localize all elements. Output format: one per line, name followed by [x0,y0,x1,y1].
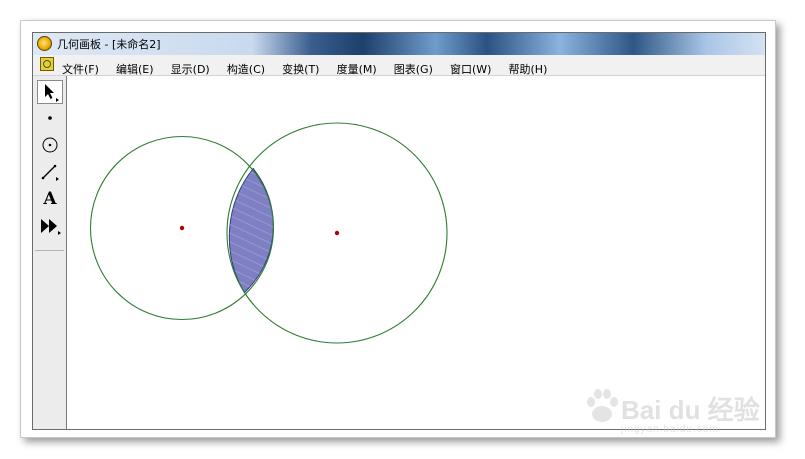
menu-construct[interactable]: 构造(C) [227,61,265,77]
app-logo-icon [37,36,52,51]
right-center-point [334,230,340,236]
menu-window[interactable]: 窗口(W) [450,61,491,77]
menu-bar: 文件(F) 编辑(E) 显示(D) 构造(C) 变换(T) 度量(M) 图表(G… [33,55,765,76]
point-icon [48,116,52,120]
window-content: 几何画板 - [未命名2] 文件(F) 编辑(E) 显示(D) 构造(C) 变换… [32,32,766,430]
arrow-icon [45,84,59,102]
point-tool[interactable] [37,106,63,130]
menu-display[interactable]: 显示(D) [171,61,210,77]
text-tool[interactable]: A [37,187,63,211]
custom-tool-icon [41,219,61,235]
watermark-brand: Bai du 经验 [621,395,760,425]
menu-edit[interactable]: 编辑(E) [116,61,154,77]
menu-transform[interactable]: 变换(T) [282,61,319,77]
document-menu-icon[interactable] [40,57,54,71]
toolbox: A [33,76,67,429]
intersection-hatch [229,168,274,293]
left-center-point [179,225,185,231]
menu-measure[interactable]: 度量(M) [337,61,377,77]
segment-icon [41,164,59,181]
sketch-drawing [89,122,448,344]
toolbox-divider [35,250,64,251]
text-icon: A [43,189,57,209]
menu-graph[interactable]: 图表(G) [394,61,433,77]
circle-icon [42,137,58,153]
baidu-watermark: Bai du 经验 jingyan.baidu.com [585,380,775,440]
custom-tool[interactable] [37,214,63,238]
app-window: 几何画板 - [未命名2] 文件(F) 编辑(E) 显示(D) 构造(C) 变换… [20,20,776,438]
compass-tool[interactable] [37,133,63,157]
menu-help[interactable]: 帮助(H) [509,61,548,77]
window-title: 几何画板 - [未命名2] [57,38,161,51]
title-bar[interactable]: 几何画板 - [未命名2] [33,33,765,55]
paw-logo-icon [587,389,618,422]
sketch-canvas[interactable] [68,76,765,429]
watermark-url: jingyan.baidu.com [621,424,719,435]
arrow-select-tool[interactable] [37,80,63,104]
menu-file[interactable]: 文件(F) [62,61,99,77]
straightedge-tool[interactable] [37,160,63,184]
